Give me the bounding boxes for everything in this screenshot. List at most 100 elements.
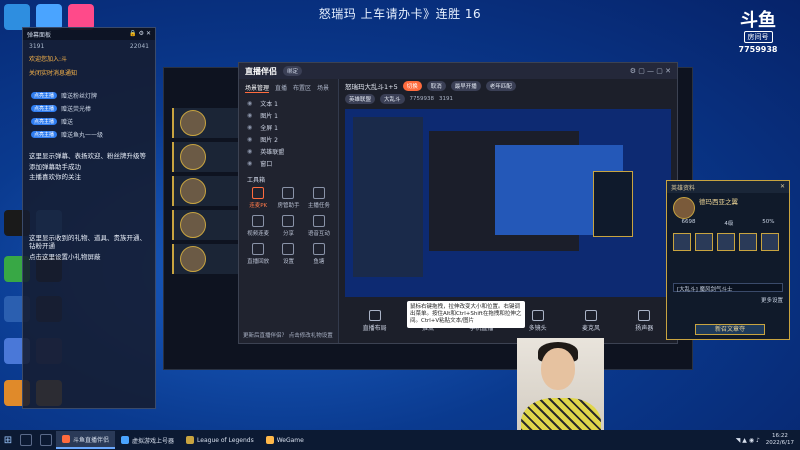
skill-icon[interactable] — [695, 233, 713, 251]
stat-left: 3191 — [29, 43, 45, 50]
champion-slot[interactable] — [172, 176, 248, 206]
champion-slot[interactable] — [172, 244, 248, 274]
gift-text: 赠送鱼丸一一级 — [61, 132, 104, 139]
room-viewers: 3191 — [439, 95, 454, 102]
tool-item[interactable]: 语音互动 — [304, 215, 334, 237]
tool-sidebar: 场景管理 直播 布置区 场景 ◉ 文本 1 ◉ 图片 1 ◉ 全屏 1 ◉ 图片 2 ◉… — [239, 79, 339, 343]
layer-item[interactable]: ◉ 窗口 — [239, 157, 338, 169]
hero-info-panel: 英雄资料 ✕ 德玛西亚之翼 6698 4级 50% [大乱斗] 魔风剑气斗士 更… — [666, 180, 790, 340]
layer-item[interactable]: ◉ 文本 1 — [239, 97, 338, 109]
tray-icons[interactable]: ◥ ▲ ◉ ♪ — [736, 437, 760, 444]
close-icon[interactable]: ✕ — [780, 183, 785, 191]
mic-button[interactable]: 麦克风 — [582, 310, 600, 332]
window-controls-icon[interactable]: ⚙ ▢ — ▢ ✕ — [630, 67, 671, 75]
chat-panel: 弹幕面板 🔒 ⚙ ✕ 3191 22041 欢迎您加入:斗 关闭实时消息通知 点… — [22, 27, 156, 409]
app-icon — [186, 436, 195, 444]
tool-icon — [252, 215, 265, 227]
room-name[interactable]: 怒瑞玛大乱斗1+5 — [345, 81, 398, 91]
tool-item[interactable]: 连麦PK — [243, 187, 273, 209]
layer-item[interactable]: ◉ 图片 1 — [239, 109, 338, 121]
chat-panel-controls[interactable]: 🔒 ⚙ ✕ — [129, 30, 151, 38]
champion-slot[interactable] — [172, 210, 248, 240]
taskbar-app[interactable]: League of Legends — [180, 431, 260, 449]
clock-time: 16:22 — [771, 433, 788, 439]
eye-icon[interactable]: ◉ — [247, 100, 252, 107]
hero-stat: 50% — [762, 219, 775, 225]
microphone-icon — [584, 310, 597, 321]
chat-message: 点击这里设置小礼物屏蔽 — [29, 252, 101, 261]
room-button[interactable]: 切换 — [402, 80, 422, 91]
taskbar-app-label: League of Legends — [197, 436, 254, 444]
gift-item: 点亮主播 赠送鱼丸一一级 — [23, 128, 155, 141]
stream-preview[interactable] — [345, 109, 671, 297]
tool-item[interactable]: 视频连麦 — [243, 215, 273, 237]
tab-live[interactable]: 直播 — [275, 83, 287, 93]
room-button[interactable]: 取消 — [426, 80, 446, 91]
tool-item[interactable]: 主播任务 — [304, 187, 334, 209]
layer-label: 文本 1 — [260, 100, 278, 108]
drag-hint-tooltip: 鼠标右键拖拽，拉伸改变大小和位置。右键调出菜单。按住Alt和Ctrl+Shift… — [407, 301, 525, 328]
room-button[interactable]: 最早开播 — [450, 80, 481, 91]
tool-item[interactable]: 房管助手 — [273, 187, 303, 209]
tools-grid: 连麦PK 房管助手 主播任务 视频连麦 分享 语音互动 直播回放 设置 鱼塘 — [239, 187, 338, 265]
stream-title: 怒瑞玛 上车请办卡》连胜 16 — [318, 7, 482, 21]
skill-icon[interactable] — [717, 233, 735, 251]
tool-brand: 直播伴侣 — [245, 66, 277, 76]
hero-panel-title: 英雄资料 — [671, 185, 696, 192]
apply-button[interactable]: 新召文章夺 — [695, 324, 765, 335]
taskbar-app[interactable]: WeGame — [260, 431, 310, 449]
tool-item[interactable]: 直播回放 — [243, 243, 273, 265]
tab-scene2[interactable]: 场景 — [317, 83, 329, 93]
tool-label: 直播回放 — [247, 259, 270, 265]
skill-icon[interactable] — [761, 233, 779, 251]
tool-notice[interactable]: 更新后直播伴侣？ 点击修改礼物设置 — [243, 331, 333, 339]
champion-slot[interactable] — [172, 108, 248, 138]
gift-tag: 点亮主播 — [31, 118, 58, 125]
multicam-button[interactable]: 多镜头 — [529, 310, 547, 332]
layer-item[interactable]: ◉ 图片 2 — [239, 133, 338, 145]
champion-slot[interactable] — [172, 142, 248, 172]
layer-item[interactable]: ◉ 全屏 1 — [239, 121, 338, 133]
room-button[interactable]: 老年匹配 — [485, 80, 516, 91]
layer-label: 图片 1 — [260, 112, 278, 120]
gift-tag: 点亮主播 — [31, 92, 58, 99]
system-line: 关闭实时消息通知 — [29, 70, 78, 77]
chat-message: 添加弹幕助手成功 — [29, 162, 81, 171]
gift-item: 点亮主播 赠送荧光棒 — [23, 102, 155, 115]
build-select[interactable]: [大乱斗] 魔风剑气斗士 — [673, 283, 783, 293]
category-left[interactable]: 英雄联盟 — [345, 93, 376, 104]
task-view-icon[interactable] — [40, 434, 52, 446]
bottom-label: 直播布局 — [362, 325, 387, 332]
more-settings-button[interactable]: 更多设置 — [667, 296, 789, 304]
layer-item[interactable]: ◉ 英雄联盟 — [239, 145, 338, 157]
app-icon — [265, 436, 274, 444]
tool-label: 视频连麦 — [247, 231, 270, 237]
windows-start-icon[interactable]: ⊞ — [0, 435, 16, 446]
clock[interactable]: 16:22 2022/6/17 — [766, 433, 794, 447]
eye-icon[interactable]: ◉ — [247, 124, 252, 131]
tool-item[interactable]: 设置 — [273, 243, 303, 265]
bottom-label: 麦克风 — [581, 325, 600, 332]
version-badge[interactable]: 绑定 — [283, 66, 303, 76]
taskbar: ⊞ 斗鱼直播伴侣 虚拟游戏上号器 League of Legends WeGam… — [0, 430, 800, 450]
eye-icon[interactable]: ◉ — [247, 136, 252, 143]
layer-label: 英雄联盟 — [260, 148, 285, 156]
category-right[interactable]: 大乱斗 — [380, 93, 405, 104]
search-icon[interactable] — [20, 434, 32, 446]
eye-icon[interactable]: ◉ — [247, 112, 252, 119]
layout-button[interactable]: 直播布局 — [363, 310, 387, 332]
room-number: 7759938 — [738, 45, 778, 54]
taskbar-app[interactable]: 虚拟游戏上号器 — [115, 431, 180, 449]
speaker-button[interactable]: 扬声器 — [635, 310, 653, 332]
eye-icon[interactable]: ◉ — [247, 160, 252, 167]
layer-label: 全屏 1 — [260, 124, 278, 132]
skill-icon[interactable] — [673, 233, 691, 251]
tab-layout[interactable]: 布置区 — [293, 83, 311, 93]
tool-item[interactable]: 鱼塘 — [304, 243, 334, 265]
eye-icon[interactable]: ◉ — [247, 148, 252, 155]
streaming-tool-window: 直播伴侣 绑定 ⚙ ▢ — ▢ ✕ 场景管理 直播 布置区 场景 ◉ 文本 1 ◉… — [238, 62, 678, 344]
tool-item[interactable]: 分享 — [273, 215, 303, 237]
skill-icon[interactable] — [739, 233, 757, 251]
tab-scene[interactable]: 场景管理 — [245, 83, 270, 93]
taskbar-app[interactable]: 斗鱼直播伴侣 — [56, 431, 116, 449]
